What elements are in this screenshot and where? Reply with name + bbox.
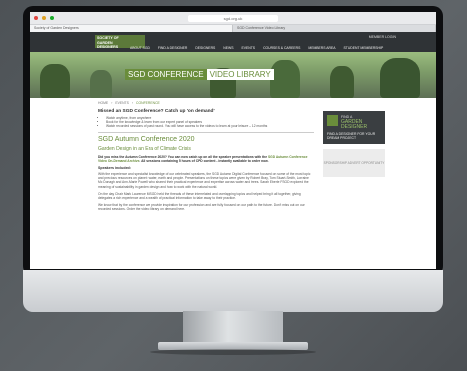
tab-sgd-home[interactable]: Society of Garden Designers <box>30 25 233 32</box>
main-nav: ABOUT SGD FIND A DESIGNER DESIGNERS NEWS… <box>130 46 383 50</box>
body-paragraph: On the day Chair Mark Laurence MSGD held… <box>98 191 301 201</box>
nav-designers[interactable]: DESIGNERS <box>195 46 215 50</box>
site-header: SOCIETY OF GARDEN DESIGNERS MEMBER LOGIN… <box>30 32 436 52</box>
divider <box>98 131 314 133</box>
speakers-heading: Speakers included: <box>98 166 131 171</box>
nav-find-designer[interactable]: FIND A DESIGNER <box>158 46 187 50</box>
intro-bullets: Watch anytime, from anywhere Book for th… <box>106 116 314 129</box>
address-bar[interactable]: sgd.org.uk <box>188 14 278 22</box>
conference-title: SGD Autumn Conference 2020 <box>98 135 195 143</box>
hero-title: SGD CONFERENCE VIDEO LIBRARY <box>125 69 274 80</box>
finder-caption: FIND A DESIGNER FOR YOUR DREAM PROJECT <box>327 132 376 140</box>
nav-events[interactable]: EVENTS <box>241 46 255 50</box>
breadcrumb-current: CONFERENCE <box>136 101 160 105</box>
browser-tabs: Society of Garden Designers SGD Conferen… <box>30 25 436 32</box>
sidebar: FIND A GARDEN DESIGNER FIND A DESIGNER F… <box>323 111 385 177</box>
nav-news[interactable]: NEWS <box>223 46 233 50</box>
monitor-stand <box>183 311 283 345</box>
main-column: Missed an SGD Conference? Catch up 'on d… <box>98 109 314 215</box>
hero-tree <box>380 58 420 98</box>
breadcrumb-events[interactable]: EVENTS <box>115 101 129 105</box>
list-item: Watch recorded sessions of past round. Y… <box>106 124 314 128</box>
zoom-window-icon[interactable] <box>50 16 54 20</box>
designer-search-icon <box>327 115 338 126</box>
body-paragraph: We know that by the conference we provid… <box>98 203 305 212</box>
hero-banner: SGD CONFERENCE VIDEO LIBRARY <box>30 52 436 98</box>
tab-video-library[interactable]: SGD Conference Video Library <box>233 25 436 32</box>
hero-title-part-1: SGD CONFERENCE <box>125 69 207 80</box>
hero-tree <box>90 70 112 98</box>
conference-subtitle: Garden Design in an Era of Climate Crisi… <box>98 145 191 152</box>
breadcrumb-home[interactable]: HOME <box>98 101 108 105</box>
intro-heading: Missed an SGD Conference? Catch up 'on d… <box>98 109 215 114</box>
monitor-chin <box>23 270 443 312</box>
hero-tree <box>40 64 70 98</box>
finder-label-big: GARDEN DESIGNER <box>341 119 368 130</box>
hero-tree <box>330 66 354 98</box>
nav-courses[interactable]: COURSES & CAREERS <box>263 46 300 50</box>
close-window-icon[interactable] <box>34 16 38 20</box>
hero-tree <box>270 60 300 98</box>
screen: sgd.org.uk Society of Garden Designers S… <box>30 12 436 269</box>
minimize-window-icon[interactable] <box>42 16 46 20</box>
breadcrumb-separator: › <box>111 101 113 105</box>
find-designer-widget[interactable]: FIND A GARDEN DESIGNER FIND A DESIGNER F… <box>323 111 385 144</box>
body-paragraph: With the experience and specialist knowl… <box>98 172 311 189</box>
page-content: HOME › EVENTS › CONFERENCE Missed an SGD… <box>30 98 436 268</box>
stand-shadow <box>150 349 316 355</box>
browser-toolbar: sgd.org.uk <box>30 12 436 25</box>
nav-student[interactable]: STUDENT MEMBERSHIP <box>344 46 384 50</box>
lead-text-2: . All sessions containing 5 hours of CPD… <box>139 158 269 163</box>
lead-paragraph: Did you miss the Autumn Conference 2020?… <box>98 155 314 163</box>
breadcrumb: HOME › EVENTS › CONFERENCE <box>98 101 160 105</box>
nav-members[interactable]: MEMBERS AREA <box>308 46 335 50</box>
nav-about[interactable]: ABOUT SGD <box>130 46 150 50</box>
hero-title-part-2: VIDEO LIBRARY <box>206 69 274 80</box>
member-login-link[interactable]: MEMBER LOGIN <box>369 35 396 39</box>
sponsorship-advert[interactable]: SPONSORSHIP ADVERT OPPORTUNITY <box>323 149 385 177</box>
breadcrumb-separator: › <box>131 101 134 105</box>
